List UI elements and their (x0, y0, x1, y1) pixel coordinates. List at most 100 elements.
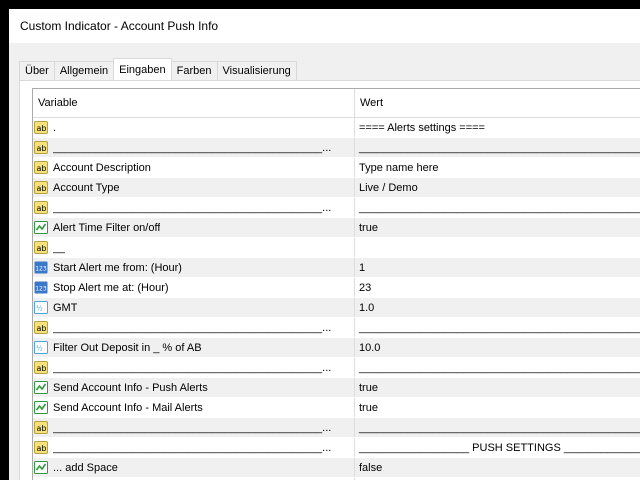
svg-text:ab: ab (37, 244, 47, 253)
table-row[interactable]: Send Account Info - Mail Alerts true (33, 398, 640, 418)
value-cell[interactable]: Type name here (355, 158, 640, 177)
variable-name: GMT (53, 301, 78, 314)
variable-name: Account Type (53, 181, 120, 194)
grid-rows: ab. ==== Alerts settings ==== ab __________… (33, 118, 640, 480)
value-cell[interactable]: __________________ PUSH SETTINGS _______… (355, 438, 640, 457)
tab-farben[interactable]: Farben (170, 61, 218, 80)
variable-name: Stop Alert me at: (Hour) (53, 281, 169, 294)
tab-uber[interactable]: Über (19, 61, 55, 80)
table-row[interactable]: Send Account Info - Push Alerts true (33, 378, 640, 398)
value-cell[interactable]: ________________________________________… (355, 138, 640, 157)
table-row[interactable]: ab. ==== Alerts settings ==== (33, 118, 640, 138)
variable-name: ________________________________________… (53, 361, 332, 374)
tab-visualisierung[interactable]: Visualisierung (216, 61, 297, 80)
ab-icon: ab (34, 420, 49, 435)
table-row[interactable]: ab ______________________________________… (33, 418, 640, 438)
ab-icon: ab (34, 180, 49, 195)
ab-icon: ab (34, 140, 49, 155)
ab-icon: ab (34, 240, 49, 255)
table-row[interactable]: Alert Time Filter on/off true (33, 218, 640, 238)
value-cell[interactable]: true (355, 378, 640, 397)
svg-text:ab: ab (37, 444, 47, 453)
svg-text:ab: ab (37, 204, 47, 213)
variable-name: Filter Out Deposit in _ % of AB (53, 341, 202, 354)
variable-cell: ab ______________________________________… (33, 358, 355, 377)
window-title: Custom Indicator - Account Push Info (9, 9, 640, 43)
variable-cell: ab Account Description (33, 158, 355, 177)
value-cell[interactable]: ________________________________________… (355, 318, 640, 337)
svg-text:123: 123 (35, 286, 47, 293)
variable-cell: 123 Start Alert me from: (Hour) (33, 258, 355, 277)
table-row[interactable]: ab ______________________________________… (33, 318, 640, 338)
svg-text:½: ½ (36, 305, 43, 313)
svg-text:ab: ab (37, 184, 47, 193)
value-cell[interactable]: true (355, 398, 640, 417)
variable-cell: ab ______________________________________… (33, 198, 355, 217)
table-row[interactable]: 123 Stop Alert me at: (Hour) 23 (33, 278, 640, 298)
variable-cell: ab ______________________________________… (33, 318, 355, 337)
variable-cell: Alert Time Filter on/off (33, 218, 355, 237)
variable-name: __ (53, 241, 66, 254)
variable-cell: Send Account Info - Push Alerts (33, 378, 355, 397)
value-cell[interactable]: 1 (355, 258, 640, 277)
bool-icon (34, 400, 49, 415)
variable-cell: Send Account Info - Mail Alerts (33, 398, 355, 417)
table-row[interactable]: ½ GMT 1.0 (33, 298, 640, 318)
table-row[interactable]: ab ______________________________________… (33, 198, 640, 218)
svg-text:ab: ab (37, 324, 47, 333)
variable-name: Start Alert me from: (Hour) (53, 261, 182, 274)
grid-header: Variable Wert (33, 89, 640, 118)
table-row[interactable]: ab ______________________________________… (33, 138, 640, 158)
variable-name: ________________________________________… (53, 421, 332, 434)
table-row[interactable]: ab ______________________________________… (33, 358, 640, 378)
variable-name: Alert Time Filter on/off (53, 221, 161, 234)
variable-name: Send Account Info - Mail Alerts (53, 401, 203, 414)
svg-text:ab: ab (37, 124, 47, 133)
value-cell[interactable]: true (355, 218, 640, 237)
variable-name: Send Account Info - Push Alerts (53, 381, 208, 394)
value-cell[interactable]: ________________________________________… (355, 418, 640, 437)
tab-control: Über Allgemein Eingaben Farben Visualisi… (9, 43, 640, 480)
table-row[interactable]: ½ Filter Out Deposit in _ % of AB 10.0 (33, 338, 640, 358)
ab-icon: ab (34, 440, 49, 455)
ab-icon: ab (34, 360, 49, 375)
variable-cell: ab Account Type (33, 178, 355, 197)
variable-cell: ... add Space (33, 458, 355, 477)
table-row[interactable]: 123 Start Alert me from: (Hour) 1 (33, 258, 640, 278)
tab-allgemein[interactable]: Allgemein (53, 61, 115, 80)
variable-name: ________________________________________… (53, 201, 332, 214)
table-row[interactable]: ab Account Description Type name here (33, 158, 640, 178)
inputs-panel: Variable Wert ab. ==== Alerts settings ==… (19, 80, 640, 480)
variable-cell: 123 Stop Alert me at: (Hour) (33, 278, 355, 297)
table-row[interactable]: ab Account Type Live / Demo (33, 178, 640, 198)
value-cell[interactable]: false (355, 458, 640, 477)
value-cell[interactable]: ________________________________________… (355, 358, 640, 377)
bool-icon (34, 460, 49, 475)
svg-text:½: ½ (36, 345, 43, 353)
inputs-grid: Variable Wert ab. ==== Alerts settings ==… (32, 88, 640, 480)
variable-cell: ½ Filter Out Deposit in _ % of AB (33, 338, 355, 357)
ab-icon: ab (34, 200, 49, 215)
bool-icon (34, 380, 49, 395)
value-cell[interactable]: ==== Alerts settings ==== (355, 118, 640, 137)
value-cell[interactable]: Live / Demo (355, 178, 640, 197)
table-row[interactable]: ab __ (33, 238, 640, 258)
table-row[interactable]: ... add Space false (33, 458, 640, 478)
variable-cell: ab. (33, 118, 355, 137)
column-header-value[interactable]: Wert (355, 89, 640, 117)
value-cell[interactable]: 1.0 (355, 298, 640, 317)
value-cell[interactable]: ________________________________________… (355, 198, 640, 217)
tab-eingaben[interactable]: Eingaben (113, 58, 172, 80)
variable-cell: ab __ (33, 238, 355, 257)
value-cell[interactable]: 23 (355, 278, 640, 297)
column-header-variable[interactable]: Variable (33, 89, 355, 117)
ab-icon: ab (34, 120, 49, 135)
value-cell[interactable] (355, 238, 640, 257)
variable-cell: ab ______________________________________… (33, 138, 355, 157)
svg-text:ab: ab (37, 364, 47, 373)
table-row[interactable]: ab ______________________________________… (33, 438, 640, 458)
ab-icon: ab (34, 160, 49, 175)
double-icon: ½ (34, 300, 49, 315)
double-icon: ½ (34, 340, 49, 355)
value-cell[interactable]: 10.0 (355, 338, 640, 357)
